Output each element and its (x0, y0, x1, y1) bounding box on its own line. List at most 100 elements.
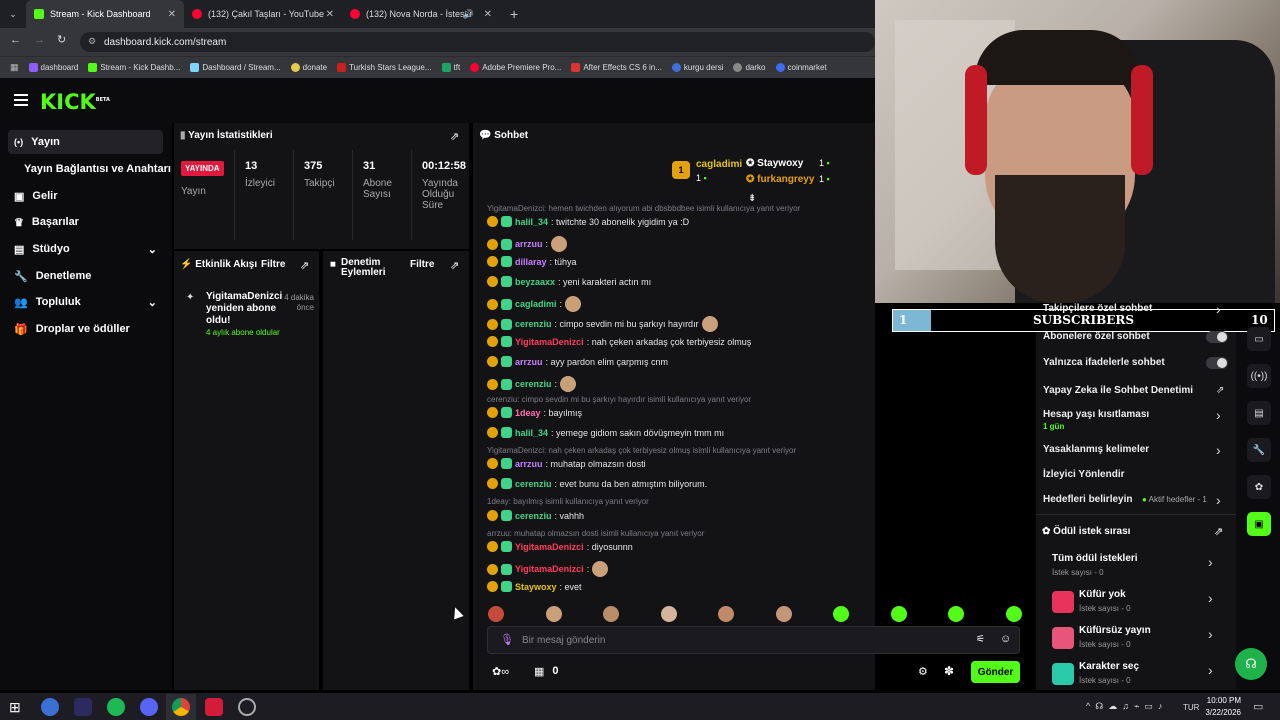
emote-icon[interactable] (603, 606, 619, 622)
reload-icon[interactable]: ↻ (57, 33, 66, 46)
chat-input[interactable]: 🎙 Bir mesaj gönderin ⚟ ☺ (487, 626, 1020, 654)
system-tray-icons[interactable]: ^☊☁♫⌁▭♪ (1086, 701, 1167, 712)
chat-settings-icon[interactable]: ⚙ (918, 665, 928, 678)
audio-icon[interactable]: 🔊 (463, 9, 474, 20)
chevron-right-icon[interactable]: › (1208, 590, 1213, 606)
sidebar-item-basarilar[interactable]: ♛ Başarılar (8, 210, 163, 234)
close-tab-icon[interactable]: ✕ (484, 9, 492, 20)
notification-icon[interactable]: ▭ (1253, 700, 1263, 713)
wrench-rail-icon[interactable]: 🔧 (1247, 438, 1271, 462)
app-icon[interactable] (205, 698, 223, 716)
chevron-right-icon[interactable]: › (1208, 626, 1213, 642)
bookmark-item[interactable]: Dashboard / Stream... (190, 63, 281, 72)
chat-setting-row[interactable]: Abonelere özel sohbet (1043, 331, 1150, 342)
bookmark-item[interactable]: donate (290, 63, 327, 72)
reward-label[interactable]: Küfürsüz yayın (1079, 625, 1151, 636)
apps-grid-icon[interactable]: ▦ (10, 62, 19, 73)
chevron-right-icon[interactable]: › (1216, 442, 1221, 458)
discord-icon[interactable] (140, 698, 158, 716)
close-tab-icon[interactable]: ✕ (326, 9, 334, 20)
stats-rail-icon[interactable]: ▤ (1247, 401, 1271, 425)
top-gifter-name[interactable]: cagladimi (696, 159, 742, 170)
send-button[interactable]: Gönder (971, 661, 1020, 683)
chat-username[interactable]: arrzuu (515, 357, 543, 367)
chat-username[interactable]: cerenziu (515, 479, 552, 489)
emote-icon[interactable] (775, 606, 792, 622)
emote-icon[interactable] (833, 606, 849, 622)
moderation-filter-button[interactable]: Filtre (410, 259, 434, 270)
reward-label[interactable]: Tüm ödül istekleri (1052, 553, 1138, 564)
kick-logo[interactable]: KICKBETA (40, 90, 110, 114)
sidebar-item-droplar[interactable]: 🎁 Droplar ve ödüller (8, 317, 163, 341)
close-tab-icon[interactable]: ✕ (168, 9, 176, 20)
bookmark-item[interactable]: tft (441, 63, 460, 72)
emote-icon[interactable] (1005, 606, 1022, 622)
external-link-icon[interactable]: ⇗ (1216, 385, 1224, 396)
reward-label[interactable]: Karakter seç (1079, 661, 1139, 672)
chat-username[interactable]: cerenziu (515, 511, 552, 521)
chevron-right-icon[interactable]: › (1216, 301, 1221, 317)
emote-icon[interactable] (948, 606, 964, 622)
chat-username[interactable]: cerenziu (515, 319, 552, 329)
toggle-switch[interactable] (1206, 357, 1228, 369)
tab-youtube-2[interactable]: (132) Nova Norda - İsteseı 🔊 ✕ (342, 0, 500, 28)
back-icon[interactable]: ← (10, 34, 21, 46)
hamburger-menu-icon[interactable] (14, 94, 28, 106)
chevron-right-icon[interactable]: › (1208, 662, 1213, 678)
emote-icon[interactable] (545, 606, 562, 622)
windows-start-icon[interactable]: ⊞ (9, 699, 21, 716)
popout-icon[interactable]: ⇗ (450, 259, 459, 272)
clock-time[interactable]: 10:00 PM (1205, 696, 1241, 705)
activity-filter-button[interactable]: Filtre (261, 259, 285, 270)
popout-icon[interactable]: ⇗ (1214, 525, 1223, 538)
bookmark-item[interactable]: Adobe Premiere Pro... (470, 63, 561, 72)
chat-setting-row[interactable]: İzleyici Yönlendir (1043, 469, 1125, 480)
chevron-down-icon[interactable]: ⌄ (148, 243, 157, 256)
bookmark-item[interactable]: Stream - Kick Dashb... (88, 63, 180, 72)
top-user-2[interactable]: ✪ Staywoxy (746, 158, 803, 169)
new-tab-button[interactable]: + (510, 6, 518, 22)
chrome-icon[interactable] (172, 698, 190, 716)
chevron-right-icon[interactable]: › (1216, 492, 1221, 508)
chat-username[interactable]: halil_34 (515, 217, 548, 227)
bookmark-item[interactable]: coinmarket (775, 63, 827, 72)
chat-username[interactable]: dillaray (515, 257, 547, 267)
bookmark-item[interactable]: After Effects CS 6 in... (571, 63, 662, 72)
top-user-3[interactable]: ✪ furkangreyy (746, 174, 814, 185)
chat-setting-row[interactable]: Takipçilere özel sohbet (1043, 303, 1152, 314)
reward-label[interactable]: Küfür yok (1079, 589, 1126, 600)
forward-icon[interactable]: → (34, 34, 45, 46)
microphone-icon[interactable]: 🎙 (500, 633, 514, 646)
sidebar-item-gelir[interactable]: ▣ Gelir (8, 184, 163, 208)
tab-youtube-1[interactable]: (132) Çakıl Taşları - YouTube ✕ (184, 0, 342, 28)
gift-box-icon[interactable]: ▦ (534, 665, 544, 678)
emote-picker-icon[interactable]: ✽ (944, 664, 954, 678)
bookmark-item[interactable]: kurgu dersi (671, 63, 723, 72)
chat-username[interactable]: Staywoxy (515, 582, 557, 592)
video-rail-icon[interactable]: ▣ (1247, 512, 1271, 536)
clock-date[interactable]: 3/22/2026 (1201, 708, 1241, 717)
chat-setting-row[interactable]: Yasaklanmış kelimeler (1043, 444, 1149, 455)
chevron-right-icon[interactable]: › (1208, 554, 1213, 570)
chat-username[interactable]: cagladimi (515, 299, 557, 309)
sidebar-item-yayin[interactable]: (•) Yayın (8, 130, 163, 154)
broadcast-rail-icon[interactable]: ((•)) (1247, 364, 1271, 388)
url-bar[interactable]: ⚙ dashboard.kick.com/stream (80, 32, 875, 52)
chat-username[interactable]: arrzuu (515, 239, 543, 249)
app-icon[interactable] (238, 698, 256, 716)
chat-username[interactable]: YigitamaDenizci (515, 542, 584, 552)
steam-icon[interactable] (41, 698, 59, 716)
app-icon[interactable] (74, 698, 92, 716)
chat-username[interactable]: 1deay (515, 408, 541, 418)
support-chat-icon[interactable]: ☊ (1235, 648, 1267, 680)
chat-setting-row[interactable]: Hesap yaşı kısıtlaması (1043, 409, 1149, 420)
chat-username[interactable]: beyzaaxx (515, 277, 555, 287)
toggle-switch[interactable] (1206, 331, 1228, 343)
chat-username[interactable]: YigitamaDenizci (515, 564, 584, 574)
chat-setting-row[interactable]: Yapay Zeka ile Sohbet Denetimi (1043, 385, 1193, 396)
language-indicator[interactable]: TUR (1183, 703, 1199, 712)
popout-icon[interactable]: ⇗ (300, 259, 309, 272)
tab-search-icon[interactable]: ⌄ (0, 9, 26, 20)
chat-setting-row[interactable]: Hedefleri belirleyin (1043, 494, 1132, 505)
tab-kick-dashboard[interactable]: Stream - Kick Dashboard ✕ (26, 0, 184, 28)
